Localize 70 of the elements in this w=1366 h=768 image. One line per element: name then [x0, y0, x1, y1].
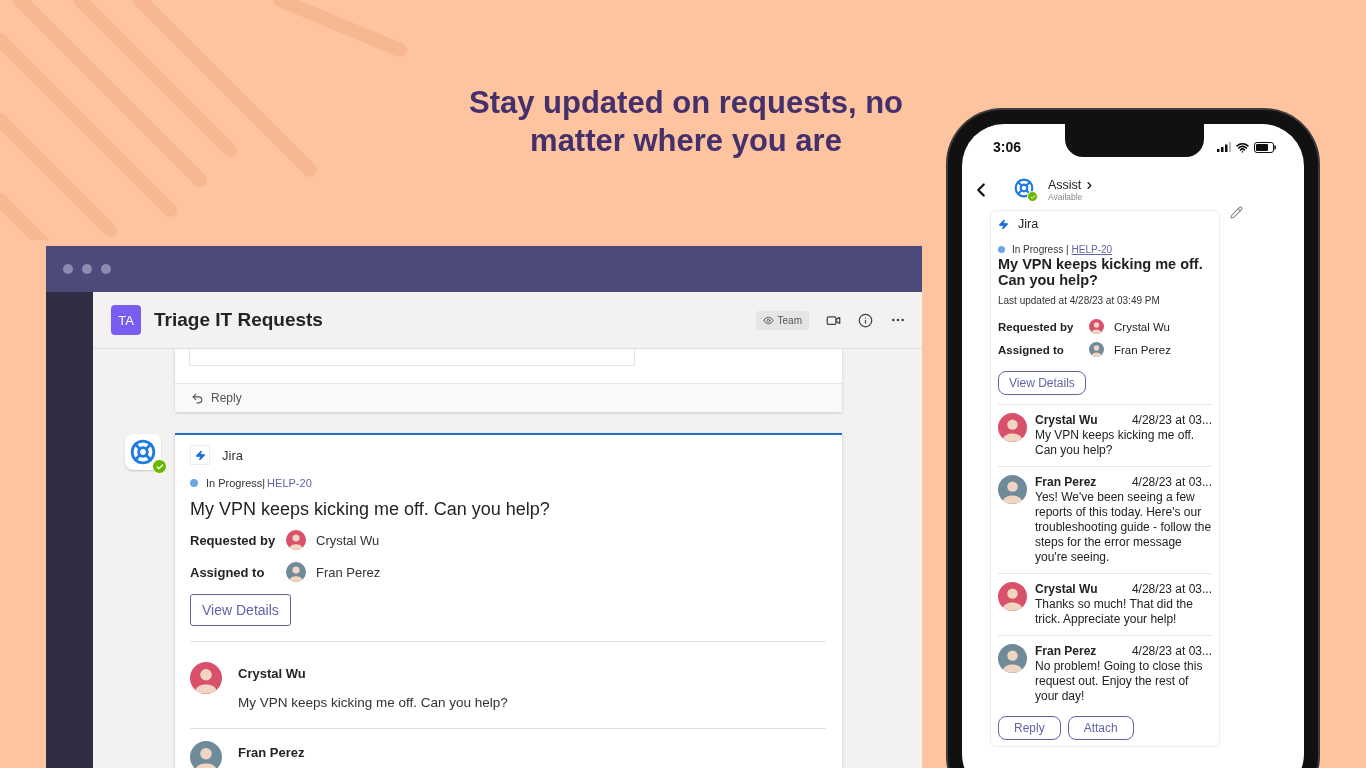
view-details-button[interactable]: View Details: [998, 371, 1086, 395]
avatar: [998, 644, 1027, 673]
clock: 3:06: [993, 139, 1022, 155]
reply-arrow-icon: [191, 391, 204, 405]
channel-title: Triage IT Requests: [154, 309, 324, 331]
author-name: Crystal Wu: [238, 666, 307, 681]
app-name: Jira: [1018, 217, 1039, 231]
bot-avatar: [1014, 178, 1038, 202]
lightning-icon: [998, 218, 1009, 230]
bot-name[interactable]: Assist: [1048, 178, 1096, 192]
pencil-icon[interactable]: [1230, 206, 1243, 219]
avatar: [1089, 342, 1104, 357]
window-dot[interactable]: [63, 264, 73, 274]
updated-text: Last updated at 4/28/23 at 03:49 PM: [998, 295, 1161, 306]
message-time: 4/28/23 at 03...: [1131, 413, 1212, 428]
message-time: 4/28/23 at 03...: [1131, 582, 1212, 597]
author-name: Fran Perez: [238, 745, 305, 760]
ticket-link[interactable]: HELP-20: [1071, 244, 1113, 255]
field-value: Fran Perez: [316, 564, 381, 580]
status-dot: [190, 479, 198, 487]
avatar: [1089, 319, 1104, 334]
avatar: [190, 662, 222, 694]
field-label: Assigned to: [190, 564, 266, 580]
message-time: 4/28/23 at 03...: [1131, 475, 1212, 490]
author-name: Fran Perez: [1035, 475, 1097, 490]
wifi-icon: [1236, 140, 1249, 154]
reply-button[interactable]: Reply: [191, 391, 242, 405]
author-name: Crystal Wu: [1035, 582, 1098, 597]
eye-icon: [762, 314, 774, 326]
message-text: Thanks so much! That did the trick. Appreciate your help!: [1035, 597, 1194, 627]
view-details-button[interactable]: View Details: [190, 594, 291, 626]
message-text: My VPN keeps kicking me off. Can you help?: [1035, 428, 1196, 458]
field-label: Requested by: [998, 320, 1075, 333]
action-button[interactable]: Reply: [998, 716, 1061, 740]
author-name: Crystal Wu: [1035, 413, 1098, 428]
info-icon[interactable]: [858, 312, 873, 328]
status-text: In Progress|: [206, 477, 266, 489]
bot-status: Available: [1048, 192, 1084, 202]
field-value: Crystal Wu: [1114, 320, 1171, 333]
avatar: [998, 475, 1027, 504]
window-dot[interactable]: [82, 264, 92, 274]
request-title: My VPN keeps kicking me off. Can you help?: [190, 499, 551, 520]
message-time: 4/28/23 at 03...: [1131, 644, 1212, 659]
lightning-icon: [190, 445, 210, 465]
channel-badge: TA: [111, 305, 141, 335]
message-text: Yes! We've been seeing a few reports of this today. Here's our troubleshooting guide - follow the steps for the error message you're seeing.: [1035, 490, 1212, 565]
window-dot[interactable]: [101, 264, 111, 274]
team-button[interactable]: Team: [755, 310, 809, 330]
status-dot: [998, 246, 1005, 253]
avatar: [286, 562, 306, 582]
headline: Stay updated on requests, no matter where you are: [467, 84, 905, 160]
author-name: Fran Perez: [1035, 644, 1097, 659]
message-text: No problem! Going to close this request out. Enjoy the rest of your day!: [1035, 659, 1204, 704]
field-value: Crystal Wu: [316, 532, 380, 548]
app-name: Jira: [222, 447, 243, 463]
field-label: Requested by: [190, 532, 277, 548]
field-value: Fran Perez: [1114, 343, 1171, 356]
avatar: [998, 413, 1027, 442]
message-text: My VPN keeps kicking me off. Can you help?: [238, 695, 508, 710]
ticket-link[interactable]: HELP-20: [267, 477, 312, 489]
bot-avatar: [123, 432, 167, 474]
field-label: Assigned to: [998, 343, 1065, 356]
battery-icon: [1254, 141, 1276, 153]
avatar: [286, 530, 306, 550]
signal-icon: [1217, 142, 1231, 152]
avatar: [998, 582, 1027, 611]
action-button[interactable]: Attach: [1067, 716, 1134, 740]
status-text: In Progress |: [1012, 244, 1069, 255]
avatar: [190, 741, 222, 768]
request-title: My VPN keeps kicking me off. Can you help?: [998, 256, 1204, 288]
